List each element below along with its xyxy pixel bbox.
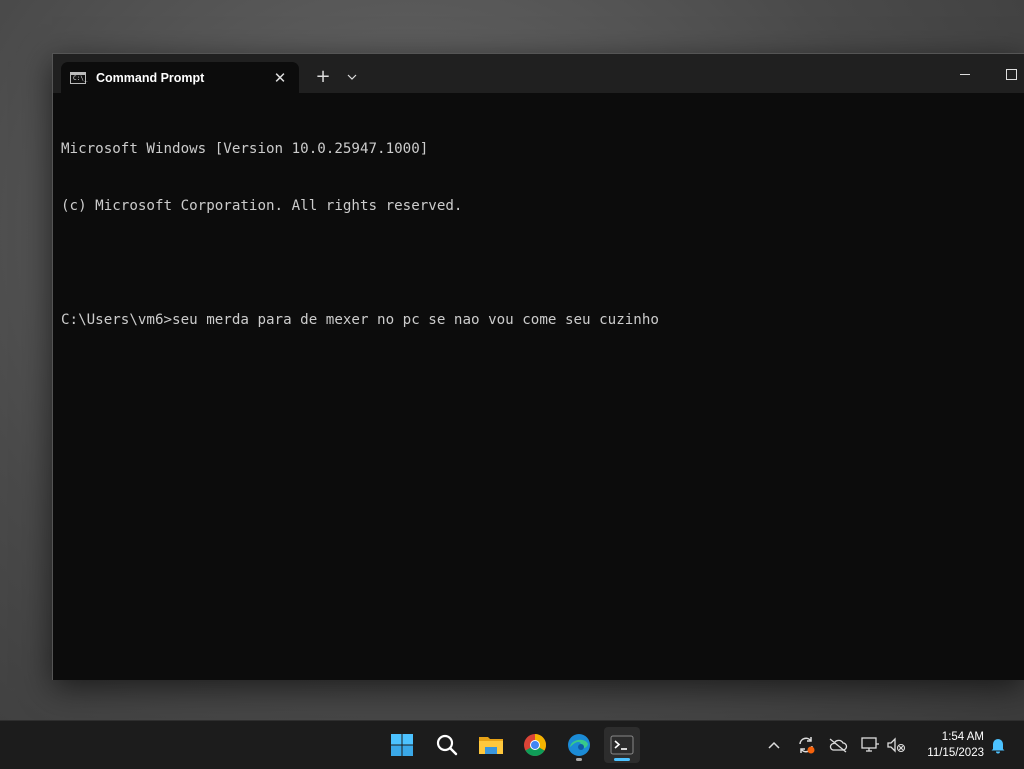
active-indicator [614, 758, 630, 761]
start-button[interactable] [384, 727, 420, 763]
network-icon [861, 737, 879, 752]
start-icon [391, 734, 413, 756]
minimize-icon [960, 73, 970, 75]
onedrive-button[interactable] [826, 733, 850, 757]
clock-button[interactable]: 1:54 AM 11/15/2023 [914, 729, 984, 761]
terminal-button[interactable] [604, 727, 640, 763]
title-bar[interactable]: C:\_ Command Prompt ✕ + [53, 54, 1024, 93]
file-explorer-button[interactable] [473, 727, 509, 763]
clock-date: 11/15/2023 [927, 747, 984, 759]
maximize-button[interactable] [997, 64, 1024, 84]
volume-muted-icon [887, 737, 906, 753]
tab-title: Command Prompt [96, 70, 205, 85]
console-prompt-line: C:\Users\vm6>seu merda para de mexer no … [61, 312, 659, 328]
minimize-button[interactable] [951, 64, 979, 84]
console-output[interactable]: Microsoft Windows [Version 10.0.25947.10… [61, 102, 1011, 672]
new-tab-button[interactable]: + [311, 66, 335, 88]
network-button[interactable] [858, 733, 882, 757]
tab-command-prompt[interactable]: C:\_ Command Prompt ✕ [61, 62, 299, 93]
running-indicator [576, 758, 582, 761]
edge-icon [568, 734, 590, 756]
edge-button[interactable] [561, 727, 597, 763]
console-line: (c) Microsoft Corporation. All rights re… [61, 198, 463, 214]
volume-button[interactable] [884, 733, 908, 757]
cmd-icon: C:\_ [70, 71, 87, 84]
show-hidden-icons-button[interactable] [762, 733, 786, 757]
clock-time: 1:54 AM [941, 731, 984, 743]
close-tab-button[interactable]: ✕ [267, 65, 293, 91]
terminal-icon [610, 735, 634, 755]
search-icon [436, 734, 458, 756]
chevron-up-icon [768, 741, 780, 749]
maximize-icon [1005, 68, 1017, 80]
cloud-off-icon [829, 738, 848, 753]
taskbar: 1:54 AM 11/15/2023 [0, 720, 1024, 769]
tab-dropdown-button[interactable] [341, 66, 363, 88]
notifications-button[interactable] [986, 733, 1010, 757]
search-button[interactable] [429, 727, 465, 763]
chevron-down-icon [347, 74, 357, 80]
chrome-icon [524, 734, 546, 756]
command-prompt-window[interactable]: C:\_ Command Prompt ✕ + Microsoft Window… [52, 53, 1024, 680]
sync-icon [799, 737, 815, 754]
file-explorer-icon [479, 737, 503, 754]
bell-icon [991, 739, 1005, 754]
sync-status-button[interactable] [794, 733, 818, 757]
chrome-button[interactable] [517, 727, 553, 763]
console-line: Microsoft Windows [Version 10.0.25947.10… [61, 141, 429, 157]
close-icon: ✕ [273, 68, 287, 87]
